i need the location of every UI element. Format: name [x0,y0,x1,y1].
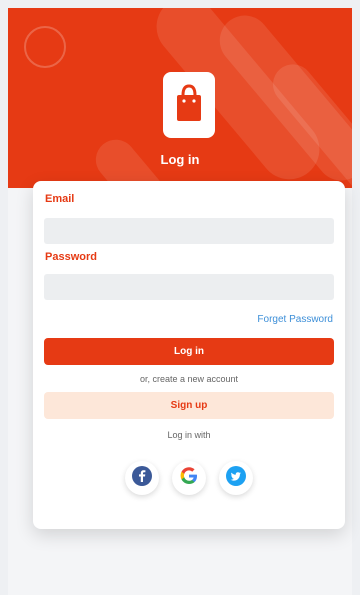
twitter-icon [226,465,246,491]
shopping-bag-icon [174,83,204,128]
app-logo [163,72,215,138]
email-field[interactable] [44,218,334,244]
login-button[interactable]: Log in [44,338,334,365]
email-label: Email [45,193,75,205]
login-with-text: Log in with [167,430,211,440]
signup-button[interactable]: Sign up [44,392,334,419]
decorative-ring [24,26,66,68]
google-icon [179,466,199,491]
facebook-login-button[interactable] [125,461,159,495]
password-field[interactable] [44,274,334,300]
login-card: Email Password Forget Password Log in or… [33,181,345,529]
twitter-login-button[interactable] [219,461,253,495]
create-account-text: or, create a new account [139,374,239,384]
password-label: Password [45,251,97,263]
facebook-icon [132,465,152,491]
page-title: Log in [160,152,200,167]
forgot-password-link[interactable]: Forget Password [257,314,333,325]
google-login-button[interactable] [172,461,206,495]
